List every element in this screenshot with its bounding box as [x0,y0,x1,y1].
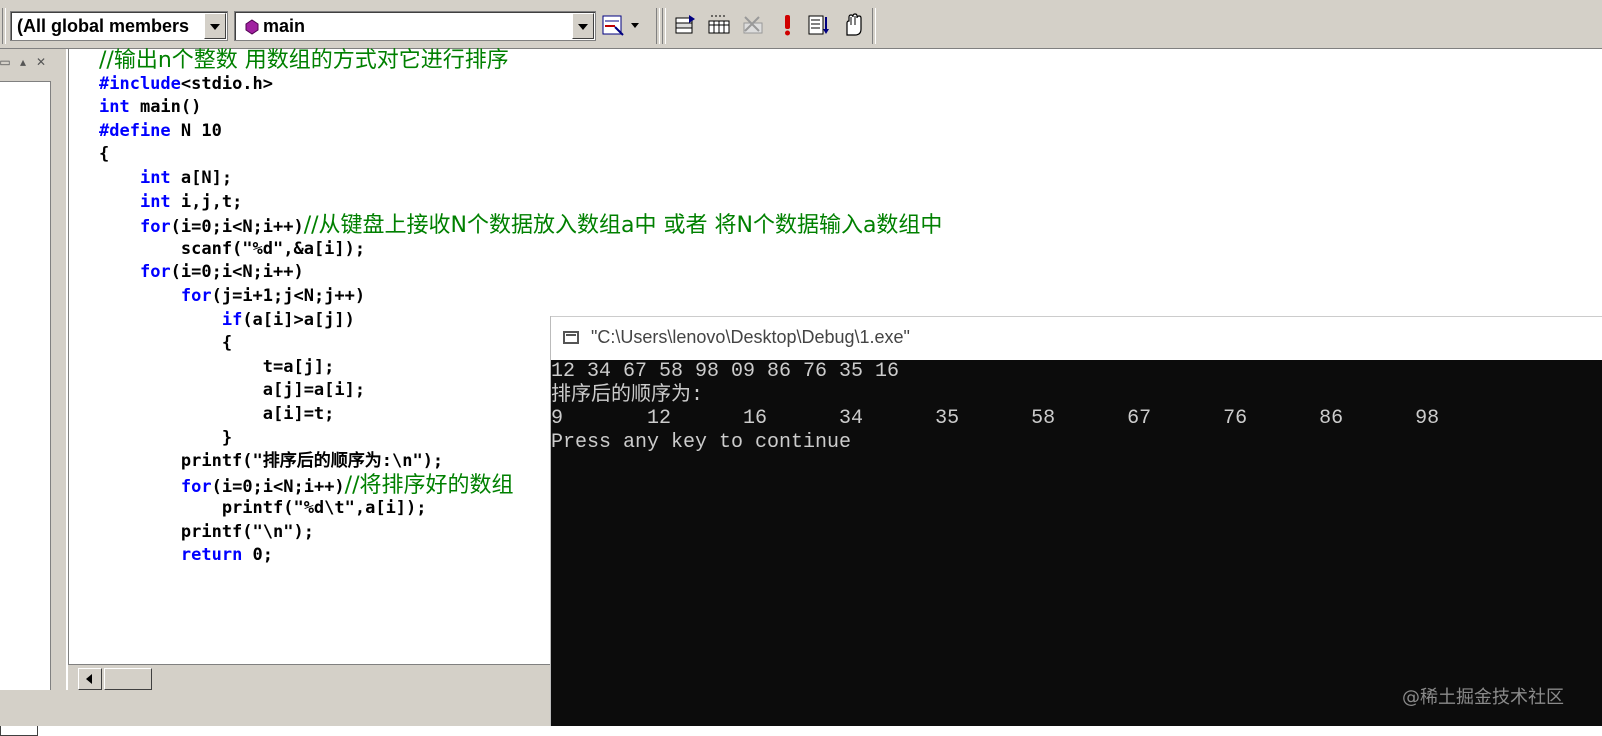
build-icon[interactable] [706,13,732,39]
function-combo-value: main [263,16,306,36]
code-text: (a[i]>a[j]) [242,309,355,330]
code-text: { [99,144,110,165]
code-text: a[j]=a[i]; [99,380,366,401]
pane-menu-icon[interactable]: ▭ [0,55,12,69]
keyword: #define [99,120,171,141]
code-text: (i=0;i<N;i++) [170,262,304,283]
console-title: "C:\Users\lenovo\Desktop\Debug\1.exe" [591,327,910,347]
code-text: i,j,t; [170,191,243,212]
comment: //输出n个整数 用数组的方式对它进行排序 [99,48,509,73]
toolbar-separator [662,8,666,44]
console-window[interactable]: "C:\Users\lenovo\Desktop\Debug\1.exe" 12… [550,316,1602,726]
code-line[interactable]: for(i=0;i<N;i++)//从键盘上接收N个数据放入数组a中 或者 将N… [99,214,942,238]
code-text: N 10 [170,120,222,141]
code-text: (j=i+1;j<N;j++) [211,285,366,306]
toolbar-separator [872,8,876,44]
keyword: for [180,285,212,306]
console-title-bar[interactable]: "C:\Users\lenovo\Desktop\Debug\1.exe" [551,316,1602,360]
code-line[interactable]: { [99,143,942,167]
function-icon [245,19,259,35]
toolbar-separator [656,8,660,44]
function-combo[interactable]: main [234,11,596,41]
chevron-down-icon[interactable] [628,13,642,39]
console-output: 12 34 67 58 98 09 86 76 35 16 排序后的顺序为: 9… [551,360,1440,454]
keyword: for [139,262,171,283]
keyword: for [139,217,171,238]
workspace-tree[interactable] [0,81,51,715]
code-text: (i=0;i<N;i++) [211,476,345,497]
go-icon[interactable] [840,13,866,39]
wizard-bar-actions-icon[interactable] [600,13,626,39]
scrollbar-thumb[interactable] [104,668,152,690]
keyword: #include [99,73,181,94]
code-text: printf("排序后的顺序为:\n"); [99,451,444,472]
code-line[interactable]: int main() [99,96,942,120]
code-text: { [99,333,233,354]
chevron-down-icon[interactable] [572,13,594,39]
stop-build-icon[interactable] [740,13,766,39]
keyword: if [221,309,243,330]
code-text: a[i]=t; [99,403,335,424]
code-line[interactable]: scanf("%d",&a[i]); [99,238,942,262]
watermark: @稀土掘金技术社区 [1402,687,1564,708]
compile-icon[interactable] [672,13,698,39]
execute-icon[interactable] [774,13,800,39]
keyword: return [180,545,243,566]
code-text: } [99,427,233,448]
comment: //从键盘上接收N个数据放入数组a中 或者 将N个数据输入a数组中 [303,213,943,239]
code-text: (i=0;i<N;i++) [170,217,304,238]
keyword: int [139,167,171,188]
comment: //将排序好的数组 [344,472,514,498]
toolbar: (All global members main [0,0,1602,49]
breakpoint-icon[interactable] [806,13,832,39]
code-text: <stdio.h> [180,73,274,94]
code-line[interactable]: for(j=i+1;j<N;j++) [99,285,942,309]
scroll-left-icon[interactable] [78,668,102,690]
chevron-down-icon[interactable] [204,13,226,39]
code-line[interactable]: //输出n个整数 用数组的方式对它进行排序 [99,49,942,73]
toolbar-separator [2,8,6,44]
code-text: 0; [242,545,274,566]
code-line[interactable]: #define N 10 [99,120,942,144]
code-line[interactable]: #include<stdio.h> [99,73,942,97]
pane-maximize-icon[interactable]: ▴ [16,55,30,69]
scope-combo-value: (All global members [17,16,190,36]
code-text: printf("\n"); [99,521,314,542]
keyword: int [139,191,171,212]
code-text: a[N]; [170,167,233,188]
keyword: for [180,476,212,497]
code-text: main() [129,97,202,118]
code-line[interactable]: for(i=0;i<N;i++) [99,261,942,285]
code-text: printf("%d\t",a[i]); [99,498,427,519]
workspace-pane: ▭ ▴ ✕ ew [0,49,66,736]
close-icon[interactable]: ✕ [34,55,48,69]
code-text: scanf("%d",&a[i]); [99,238,366,259]
code-text: t=a[j]; [99,356,335,377]
code-line[interactable]: int i,j,t; [99,191,942,215]
code-line[interactable]: int a[N]; [99,167,942,191]
scope-combo[interactable]: (All global members [10,11,228,41]
console-app-icon [563,331,579,344]
keyword: int [99,97,130,118]
